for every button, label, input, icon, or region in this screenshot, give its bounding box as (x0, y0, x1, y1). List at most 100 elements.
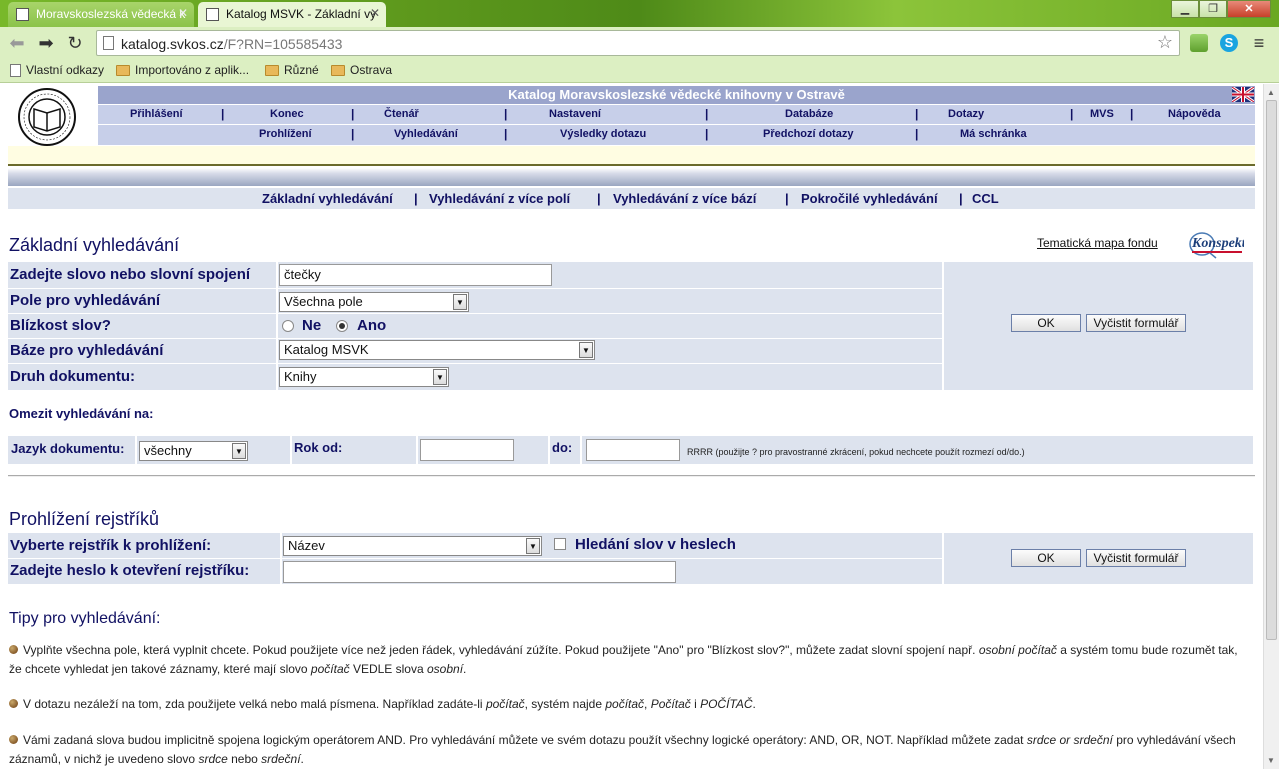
tab-multi-base-search[interactable]: Vyhledávání z více bází (613, 191, 756, 206)
svg-text:Konspekt: Konspekt (1191, 236, 1244, 251)
base-label: Báze pro vyhledávání (10, 342, 164, 359)
address-bar[interactable]: katalog.svkos.cz/F?RN=105585433 ☆ (96, 30, 1180, 56)
skype-icon[interactable]: S (1220, 34, 1238, 52)
menu-settings[interactable]: Nastavení (549, 108, 601, 120)
browser-tab-2[interactable]: Katalog MSVK - Základní vy ✕ (198, 2, 386, 27)
menu-queries[interactable]: Dotazy (948, 108, 984, 120)
tip-2: V dotazu nezáleží na tom, zda použijete … (9, 695, 1249, 714)
tab-strip: Moravskoslezská vědecká k ✕ Katalog MSVK… (0, 0, 1279, 27)
minimize-icon[interactable]: ▁ (1171, 0, 1199, 18)
chevron-down-icon: ▼ (579, 342, 593, 358)
menu-help[interactable]: Nápověda (1168, 108, 1221, 120)
bookmarks-bar: Vlastní odkazy Importováno z aplik... Rů… (0, 59, 1279, 83)
menu-reader[interactable]: Čtenář (384, 108, 419, 120)
menu-separator: | (705, 107, 709, 121)
bookmark-folder[interactable]: Ostrava (331, 63, 392, 77)
scroll-down-icon[interactable]: ▼ (1267, 756, 1275, 765)
reload-icon[interactable]: ↻ (64, 32, 86, 54)
menu-browse[interactable]: Prohlížení (259, 128, 312, 140)
tab-basic-search[interactable]: Základní vyhledávání (262, 191, 393, 206)
scrollbar-thumb[interactable] (1266, 100, 1277, 640)
bookmark-item[interactable]: Vlastní odkazy (10, 63, 104, 77)
clear-form-button[interactable]: Vyčistit formulář (1086, 314, 1186, 332)
bullet-icon (9, 735, 18, 744)
ok-button[interactable]: OK (1011, 314, 1081, 332)
maximize-icon[interactable]: ❐ (1199, 0, 1227, 18)
basic-search-heading: Základní vyhledávání (9, 235, 180, 255)
thematic-map-link[interactable]: Tematická mapa fondu (1037, 236, 1158, 250)
menu-separator: | (351, 107, 355, 121)
back-arrow-icon[interactable]: ⬅ (6, 32, 28, 54)
index-select[interactable]: Název ▼ (283, 536, 542, 556)
browser-tab-1[interactable]: Moravskoslezská vědecká k ✕ (8, 2, 194, 27)
bookmark-star-icon[interactable]: ☆ (1157, 32, 1173, 53)
menu-separator: | (915, 127, 919, 141)
page-icon (103, 36, 114, 50)
menu-search[interactable]: Vyhledávání (394, 128, 458, 140)
language-label: Jazyk dokumentu: (11, 441, 125, 456)
select-value: Katalog MSVK (284, 342, 369, 357)
menu-separator: | (705, 127, 709, 141)
bookmark-folder[interactable]: Různé (265, 63, 319, 77)
menu-mvs[interactable]: MVS (1090, 108, 1114, 120)
chevron-down-icon: ▼ (433, 369, 447, 385)
browse-clear-button[interactable]: Vyčistit formulář (1086, 549, 1186, 567)
tab-multi-field-search[interactable]: Vyhledávání z více polí (429, 191, 570, 206)
bullet-icon (9, 645, 18, 654)
forward-arrow-icon[interactable]: ➡ (35, 32, 57, 54)
menu-databases[interactable]: Databáze (785, 108, 833, 120)
row-divider (8, 558, 942, 559)
nav-separator: | (785, 191, 789, 206)
close-tab-icon[interactable]: ✕ (178, 6, 188, 20)
bookmark-label: Různé (284, 63, 319, 77)
menu-icon[interactable]: ≡ (1250, 34, 1268, 52)
bookmark-label: Importováno z aplik... (135, 63, 250, 77)
nav-separator: | (597, 191, 601, 206)
scroll-up-icon[interactable]: ▲ (1267, 88, 1275, 97)
proximity-no-radio[interactable] (282, 320, 294, 332)
tab-title: Katalog MSVK - Základní vy (226, 7, 377, 21)
close-tab-icon[interactable]: ✕ (370, 6, 380, 20)
select-value: Knihy (284, 369, 317, 384)
year-to-input[interactable] (586, 439, 680, 461)
bookmark-label: Ostrava (350, 63, 393, 77)
menu-previous-queries[interactable]: Předchozí dotazy (763, 128, 853, 140)
select-value: Název (288, 538, 325, 553)
page-favicon-icon (16, 8, 29, 21)
search-word-input[interactable]: čtečky (279, 264, 552, 286)
tab-ccl[interactable]: CCL (972, 191, 999, 206)
column-divider (290, 436, 292, 464)
language-select[interactable]: všechny ▼ (139, 441, 248, 461)
year-from-input[interactable] (420, 439, 514, 461)
menu-my-basket[interactable]: Má schránka (960, 128, 1027, 140)
konspekt-logo[interactable]: Konspekt (1188, 231, 1244, 259)
menu-results[interactable]: Výsledky dotazu (560, 128, 646, 140)
menu-login[interactable]: Přihlášení (130, 108, 183, 120)
menu-separator: | (915, 107, 919, 121)
proximity-yes-radio[interactable] (336, 320, 348, 332)
menu-separator: | (1130, 107, 1134, 121)
search-base-select[interactable]: Katalog MSVK ▼ (279, 340, 595, 360)
year-from-label: Rok od: (294, 440, 343, 455)
browser-toolbar: ⬅ ➡ ↻ katalog.svkos.cz/F?RN=105585433 ☆ … (0, 27, 1279, 59)
document-type-select[interactable]: Knihy ▼ (279, 367, 449, 387)
column-divider (276, 262, 278, 390)
tab-advanced-search[interactable]: Pokročilé vyhledávání (801, 191, 938, 206)
divider-bar (8, 168, 1255, 186)
select-value: Všechna pole (284, 294, 363, 309)
words-in-headings-checkbox[interactable] (554, 538, 566, 550)
main-menu: Přihlášení | Konec | Čtenář | Nastavení … (98, 105, 1255, 124)
search-field-select[interactable]: Všechna pole ▼ (279, 292, 469, 312)
window-close-icon[interactable]: ✕ (1227, 0, 1271, 18)
field-label: Pole pro vyhledávání (10, 292, 161, 309)
page-scrollbar[interactable]: ▲ ▼ (1263, 84, 1279, 769)
menu-separator: | (351, 127, 355, 141)
heading-input[interactable] (283, 561, 676, 583)
menu-logout[interactable]: Konec (270, 108, 304, 120)
signal-extension-icon[interactable] (1190, 34, 1208, 52)
bookmark-folder[interactable]: Importováno z aplik... (116, 63, 249, 77)
word-label: Zadejte slovo nebo slovní spojení (10, 266, 251, 283)
browse-ok-button[interactable]: OK (1011, 549, 1081, 567)
page-favicon-icon (206, 8, 219, 21)
english-flag-icon[interactable] (1232, 87, 1254, 102)
